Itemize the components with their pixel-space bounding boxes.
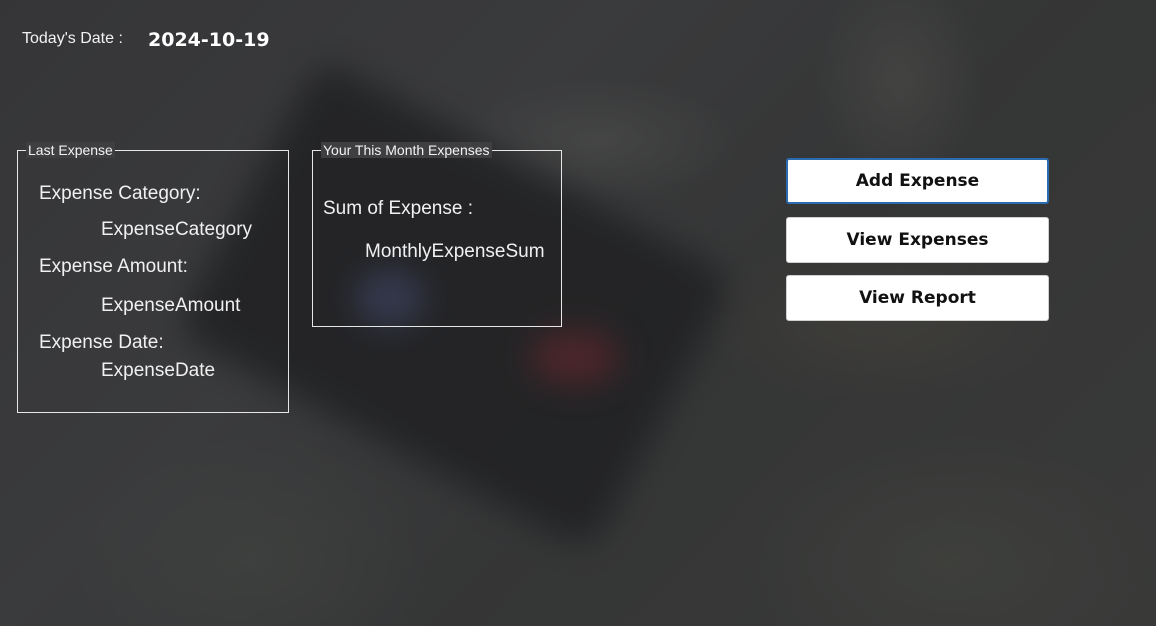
last-expense-title: Last Expense <box>26 142 115 158</box>
todays-date-label: Today's Date : <box>22 30 123 47</box>
expense-category-value: ExpenseCategory <box>101 219 253 240</box>
expense-amount-label: Expense Amount: <box>39 256 188 277</box>
last-expense-groupbox: Last Expense Expense Category: ExpenseCa… <box>17 142 289 413</box>
todays-date-value: 2024-10-19 <box>148 29 270 51</box>
expense-date-value: ExpenseDate <box>101 360 216 381</box>
sum-of-expense-label: Sum of Expense : <box>323 198 473 219</box>
view-report-button[interactable]: View Report <box>786 275 1049 321</box>
month-expenses-groupbox: Your This Month Expenses Sum of Expense … <box>312 142 562 327</box>
main-window: Today's Date : 2024-10-19 Last Expense E… <box>0 0 1156 626</box>
view-expenses-button[interactable]: View Expenses <box>786 217 1049 263</box>
month-expenses-title: Your This Month Expenses <box>321 142 492 158</box>
monthly-expense-sum-value: MonthlyExpenseSum <box>365 241 545 262</box>
add-expense-button[interactable]: Add Expense <box>786 158 1049 204</box>
expense-category-label: Expense Category: <box>39 183 201 204</box>
expense-amount-value: ExpenseAmount <box>101 295 241 316</box>
expense-date-label: Expense Date: <box>39 332 164 353</box>
